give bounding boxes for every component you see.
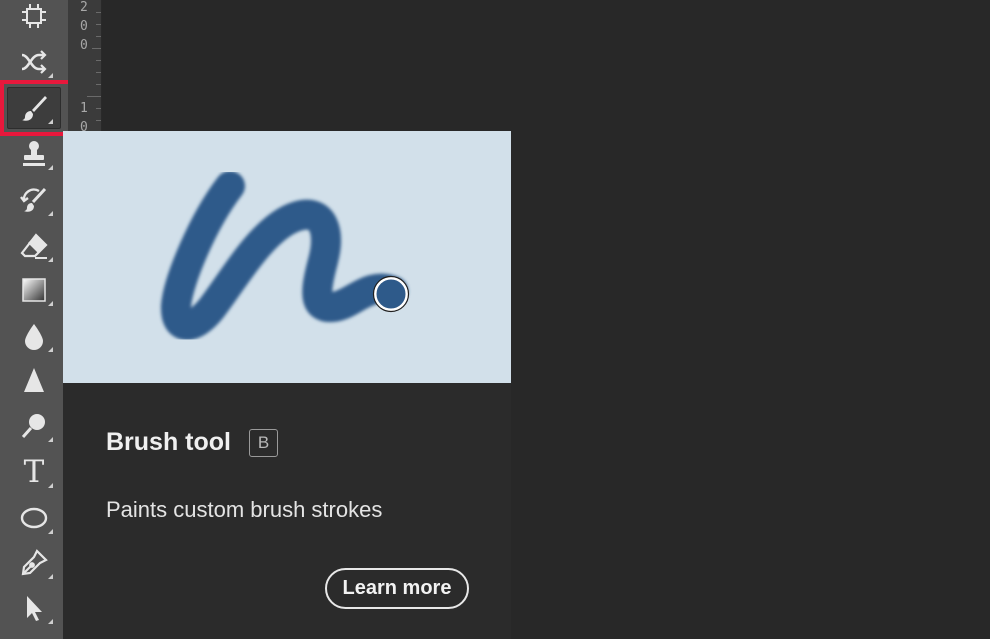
tool-group-indicator [48, 119, 53, 124]
ruler-tick [92, 48, 101, 49]
ruler-tick [96, 12, 101, 13]
arrow-cursor-icon [27, 596, 42, 621]
sharpen-tool[interactable] [6, 358, 62, 402]
ruler-tick [96, 60, 101, 61]
tooltip-title-row: Brush tool B [106, 428, 278, 457]
artboard-icon [22, 4, 46, 28]
tool-group-indicator [48, 574, 53, 579]
ellipse-icon [20, 507, 48, 529]
dodge-icon [21, 414, 45, 438]
pen-icon [21, 549, 48, 576]
ruler-tick [96, 120, 101, 121]
tool-group-indicator [48, 529, 53, 534]
tool-group-indicator [48, 301, 53, 306]
stamp-icon [23, 141, 45, 166]
tool-group-indicator [48, 437, 53, 442]
drop-icon [25, 324, 43, 350]
selection-tool[interactable] [6, 586, 62, 630]
tooltip-description: Paints custom brush strokes [106, 497, 383, 522]
sharpen-icon [24, 368, 44, 392]
tools-panel: T [0, 0, 69, 639]
gradient-icon [22, 278, 46, 302]
brush-tool-tooltip: Brush tool B Paints custom brush strokes… [63, 131, 511, 639]
eraser-icon [20, 233, 48, 259]
tool-group-indicator [48, 257, 53, 262]
ruler-tick [96, 108, 101, 109]
clone-stamp-tool[interactable] [6, 132, 62, 176]
history-brush-icon [20, 187, 47, 212]
tool-group-indicator [48, 211, 53, 216]
history-brush-tool[interactable] [6, 178, 62, 222]
ellipse-tool[interactable] [6, 496, 62, 540]
tool-group-indicator [48, 165, 53, 170]
brush-tool[interactable] [6, 86, 62, 130]
type-icon: T [23, 453, 45, 490]
dodge-tool[interactable] [6, 404, 62, 448]
tooltip-preview [63, 131, 511, 383]
learn-more-button[interactable]: Learn more [325, 568, 469, 609]
shortcut-key-badge: B [249, 428, 278, 457]
ruler-tick [87, 96, 101, 97]
tool-group-indicator [48, 73, 53, 78]
tool-group-indicator [48, 483, 53, 488]
pen-tool[interactable] [6, 541, 62, 585]
tool-group-indicator [48, 619, 53, 624]
content-aware-move-icon [21, 50, 47, 74]
artboard-tool[interactable] [6, 0, 62, 38]
tool-group-indicator [48, 347, 53, 352]
ruler-tick [96, 36, 101, 37]
tooltip-title: Brush tool [106, 428, 231, 456]
type-tool[interactable]: T [6, 450, 62, 494]
ruler-tick [96, 84, 101, 85]
brush-stroke-illustration [161, 171, 410, 341]
ruler-tick [96, 24, 101, 25]
gradient-tool[interactable] [6, 268, 62, 312]
ruler-label: 200 [80, 0, 88, 53]
content-aware-move-tool[interactable] [6, 40, 62, 84]
eraser-tool[interactable] [6, 224, 62, 268]
ruler-tick [96, 72, 101, 73]
brush-icon [22, 96, 47, 121]
blur-tool[interactable] [6, 314, 62, 358]
